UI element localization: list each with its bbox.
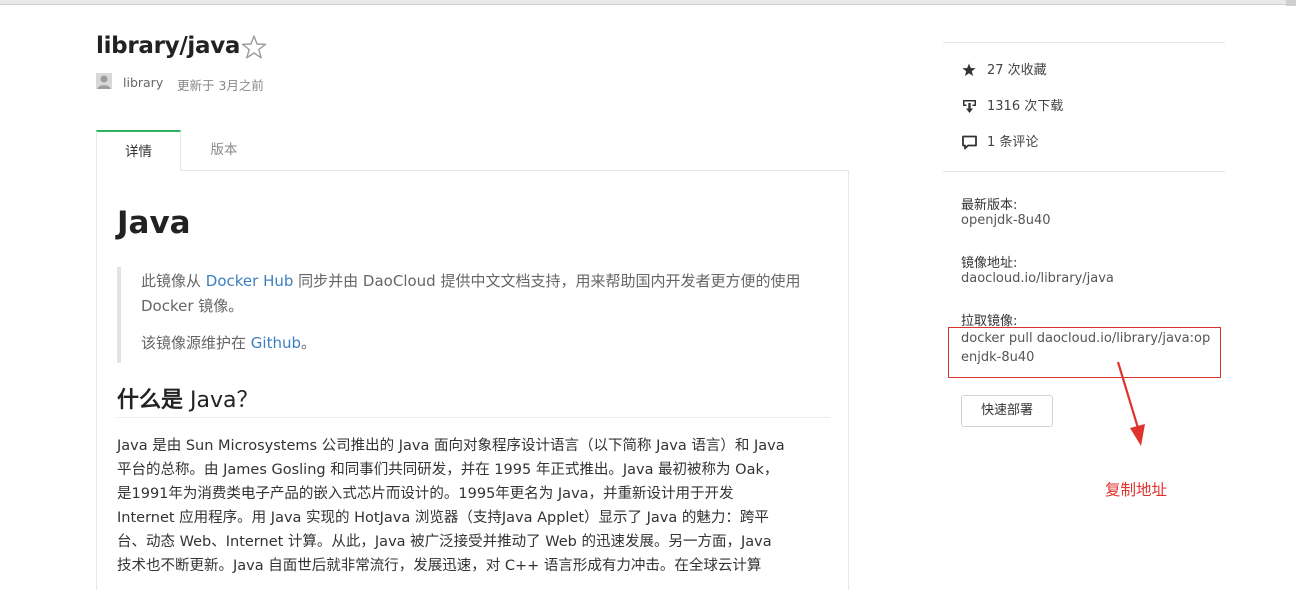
stat-favorites-text: 27 次收藏 bbox=[987, 63, 1047, 78]
section-heading-cn: 什么是 bbox=[117, 388, 184, 413]
description-line: 是1991年为消费类电子产品的嵌入式芯片而设计的。1995年更名为 Java，并… bbox=[117, 486, 734, 502]
stat-downloads-text: 1316 次下载 bbox=[987, 99, 1064, 114]
window-top-edge-corner bbox=[1286, 0, 1296, 6]
maintain-notice-text: 该镜像源维护在 Github。 bbox=[141, 333, 316, 353]
description-line: 技术也不断更新。Java 自面世后就非常流行，发展迅速，对 C++ 语言形成有力… bbox=[117, 558, 762, 574]
source-notice-quote: 此镜像从 Docker Hub 同步并由 DaoCloud 提供中文文档支持，用… bbox=[117, 267, 830, 363]
comment-icon bbox=[962, 135, 977, 150]
star-outline-icon[interactable] bbox=[241, 34, 267, 60]
tab-details[interactable]: 详情 bbox=[96, 130, 181, 171]
updated-time: 更新于 3月之前 bbox=[177, 78, 264, 93]
maintain-notice-post: 。 bbox=[301, 334, 317, 352]
stat-comments-text: 1 条评论 bbox=[987, 135, 1039, 150]
section-heading-en: Java？ bbox=[183, 388, 259, 413]
window-top-edge bbox=[0, 0, 1296, 5]
section-heading-what-is-java: 什么是 Java？ bbox=[117, 382, 830, 418]
description-line: 平台的总称。由 James Gosling 和同事们共同研发，并在 1995 年… bbox=[117, 462, 779, 478]
content-heading: Java bbox=[117, 205, 191, 241]
description-line: Internet 应用程序。用 Java 实现的 HotJava 浏览器（支持J… bbox=[117, 510, 769, 526]
image-address-value: daocloud.io/library/java bbox=[961, 271, 1114, 286]
quick-deploy-button[interactable]: 快速部署 bbox=[961, 395, 1053, 427]
sidebar-divider bbox=[943, 171, 1225, 172]
source-notice-pre: 此镜像从 bbox=[141, 272, 206, 290]
latest-version-value: openjdk-8u40 bbox=[961, 213, 1051, 228]
image-address-label: 镜像地址: bbox=[961, 256, 1018, 271]
download-icon bbox=[963, 100, 976, 113]
sidebar-divider bbox=[943, 42, 1225, 43]
annotation-arrow-icon bbox=[1116, 361, 1145, 446]
maintain-notice-pre: 该镜像源维护在 bbox=[141, 334, 251, 352]
star-filled-icon bbox=[962, 63, 976, 76]
description-line: Java 是由 Sun Microsystems 公司推出的 Java 面向对象… bbox=[117, 438, 785, 454]
pull-command-text[interactable]: docker pull daocloud.io/library/java:ope… bbox=[961, 329, 1217, 367]
repo-title: library/java bbox=[96, 33, 241, 59]
description-line: 台、动态 Web、Internet 计算。从此，Java 被广泛接受并推动了 W… bbox=[117, 534, 772, 550]
owner-name[interactable]: library bbox=[123, 75, 163, 90]
copy-address-annotation: 复制地址 bbox=[1105, 481, 1168, 499]
docker-hub-link[interactable]: Docker Hub bbox=[206, 272, 294, 290]
github-link[interactable]: Github bbox=[251, 334, 301, 352]
content-panel: Java 此镜像从 Docker Hub 同步并由 DaoCloud 提供中文文… bbox=[96, 170, 849, 590]
tab-versions[interactable]: 版本 bbox=[181, 130, 267, 171]
source-notice-text: 此镜像从 Docker Hub 同步并由 DaoCloud 提供中文文档支持，用… bbox=[141, 269, 821, 319]
java-description: Java 是由 Sun Microsystems 公司推出的 Java 面向对象… bbox=[117, 434, 832, 578]
latest-version-label: 最新版本: bbox=[961, 198, 1018, 213]
user-avatar-icon bbox=[96, 73, 112, 89]
